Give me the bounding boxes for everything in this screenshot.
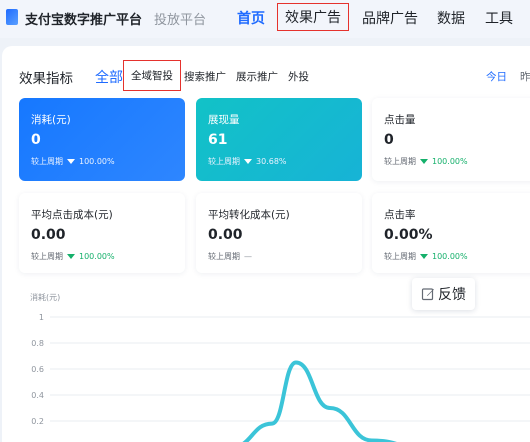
tab-display-promotion[interactable]: 展示推广: [236, 69, 278, 84]
brand-subtitle[interactable]: 投放平台: [154, 9, 206, 28]
y-tick-label: 0.8: [31, 339, 44, 348]
nav-data[interactable]: 数据: [437, 8, 465, 28]
metric-value: 0: [384, 132, 394, 148]
compare-change: 30.68%: [256, 157, 287, 166]
trend-down-icon: [244, 159, 252, 164]
brand-title: 支付宝数字推广平台: [25, 13, 143, 28]
y-axis-ticks: 1 0.8 0.6 0.4 0.2: [31, 313, 44, 426]
trend-down-icon: [67, 159, 75, 164]
compare-change: 100.00%: [432, 252, 468, 261]
top-nav-bar: 支付宝数字推广平台 投放平台 首页 效果广告 品牌广告 数据 工具: [0, 0, 530, 38]
feedback-label: 反馈: [438, 287, 466, 303]
feedback-button[interactable]: 反馈: [412, 278, 475, 310]
metric-value: 61: [208, 132, 228, 148]
trend-down-icon: [420, 254, 428, 259]
metric-value: 0.00: [208, 227, 243, 243]
metric-label: 展现量: [208, 114, 240, 126]
series-line: [242, 360, 398, 442]
compare-label: 较上周期: [208, 157, 240, 166]
compare-label: 较上周期: [384, 252, 416, 261]
metric-label: 消耗(元): [31, 114, 71, 126]
tab-search-promotion[interactable]: 搜索推广: [184, 69, 226, 84]
compare-label: 较上周期: [31, 157, 63, 166]
tab-external-delivery[interactable]: 外投: [288, 69, 309, 84]
compare-change: 100.00%: [432, 157, 468, 166]
metric-card-impressions[interactable]: 展现量 61 较上周期 30.68%: [196, 98, 362, 181]
metric-compare: 较上周期 —: [208, 251, 252, 262]
metric-label: 平均点击成本(元): [31, 209, 113, 221]
metric-value: 0.00%: [384, 227, 433, 243]
metric-card-spend[interactable]: 消耗(元) 0 较上周期 100.00%: [19, 98, 185, 181]
compare-change: —: [244, 252, 252, 261]
compare-change: 100.00%: [79, 252, 115, 261]
metric-card-clicks[interactable]: 点击量 0 较上周期 100.00%: [372, 98, 530, 181]
metric-compare: 较上周期 100.00%: [31, 251, 115, 262]
y-tick-label: 1: [39, 313, 44, 322]
compare-change: 100.00%: [79, 157, 115, 166]
metric-label: 平均转化成本(元): [208, 209, 290, 221]
trend-down-icon: [67, 254, 75, 259]
nav-tools[interactable]: 工具: [485, 8, 513, 28]
metric-compare: 较上周期 100.00%: [384, 156, 468, 167]
metric-card-avg-conversion-cost[interactable]: 平均转化成本(元) 0.00 较上周期 —: [196, 193, 362, 273]
compare-label: 较上周期: [208, 252, 240, 261]
metric-label: 点击量: [384, 114, 416, 126]
compare-label: 较上周期: [31, 252, 63, 261]
metric-card-ctr[interactable]: 点击率 0.00% 较上周期 100.00%: [372, 193, 530, 273]
section-title: 效果指标: [19, 71, 73, 87]
metric-value: 0: [31, 132, 41, 148]
tab-all[interactable]: 全部: [95, 67, 123, 87]
metric-value: 0.00: [31, 227, 66, 243]
metric-compare: 较上周期 100.00%: [31, 156, 115, 167]
platform-logo: [6, 9, 18, 25]
tab-smart-delivery[interactable]: 全域智投: [123, 60, 181, 91]
metric-compare: 较上周期 100.00%: [384, 251, 468, 262]
metric-compare: 较上周期 30.68%: [208, 156, 287, 167]
edit-icon: [421, 288, 434, 301]
y-tick-label: 0.6: [31, 365, 44, 374]
y-axis-label: 消耗(元): [30, 292, 60, 302]
y-tick-label: 0.4: [31, 391, 44, 400]
trend-down-icon: [420, 159, 428, 164]
date-yesterday-button[interactable]: 昨: [520, 69, 530, 84]
date-today-button[interactable]: 今日: [486, 69, 507, 84]
y-tick-label: 0.2: [31, 417, 44, 426]
nav-performance-ads[interactable]: 效果广告: [277, 3, 349, 31]
metric-card-avg-click-cost[interactable]: 平均点击成本(元) 0.00 较上周期 100.00%: [19, 193, 185, 273]
metric-label: 点击率: [384, 209, 416, 221]
nav-brand-ads[interactable]: 品牌广告: [362, 8, 418, 28]
compare-label: 较上周期: [384, 157, 416, 166]
nav-home[interactable]: 首页: [237, 8, 265, 28]
